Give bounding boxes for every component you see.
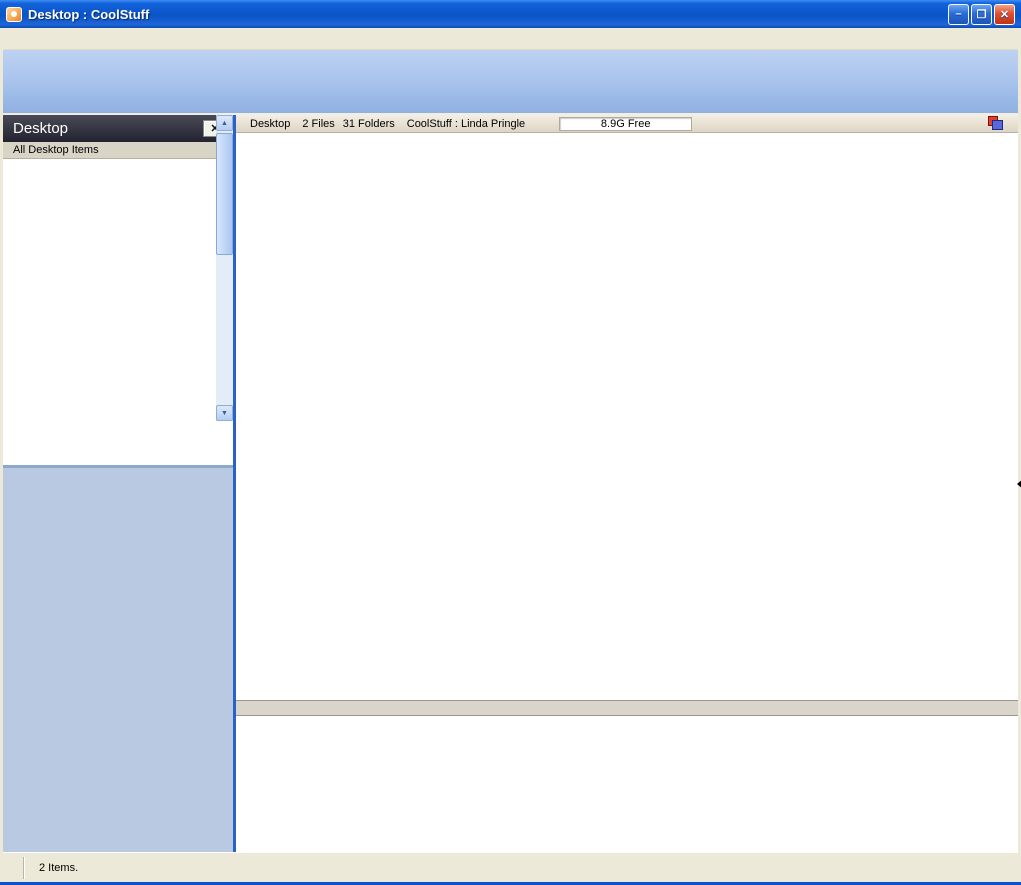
- status-bar: 2 Items.: [3, 852, 1018, 882]
- folder-count: 31 Folders: [343, 118, 395, 130]
- item-count-text: 2 Items.: [39, 862, 78, 874]
- free-space-indicator: 8.9G Free: [559, 117, 692, 131]
- file-count: 2 Files: [302, 118, 334, 130]
- window-title: Desktop : CoolStuff: [28, 7, 946, 22]
- maximize-button[interactable]: ❐: [971, 4, 992, 25]
- scroll-up-button[interactable]: ▲: [216, 115, 233, 131]
- sidebar-panel: Desktop ✕ All Desktop Items ▲ ▼: [3, 115, 236, 852]
- selected-shortcut-marker: [1017, 478, 1021, 490]
- main-area: Desktop 2 Files 31 Folders CoolStuff : L…: [236, 115, 1018, 852]
- container-title: Desktop: [250, 118, 290, 130]
- app-icon: [6, 7, 22, 22]
- tree-scrollbar[interactable]: ▲ ▼: [216, 115, 233, 421]
- desktop-tree: [3, 159, 233, 465]
- account-name: CoolStuff : Linda Pringle: [407, 118, 525, 130]
- statusbar-divider: [23, 857, 25, 879]
- container-header-bar: Desktop 2 Files 31 Folders CoolStuff : L…: [236, 115, 1018, 133]
- desktop-icon-canvas: [236, 133, 1018, 700]
- file-list: [236, 700, 1018, 852]
- minimize-button[interactable]: –: [948, 4, 969, 25]
- tree-filter-label: All Desktop Items: [3, 142, 233, 159]
- menu-bar: [3, 28, 1018, 50]
- sidebar-divider: [3, 465, 233, 468]
- application-window: Desktop : CoolStuff – ❐ ✕ Desktop ✕ All …: [0, 0, 1021, 885]
- scroll-thumb[interactable]: [216, 133, 233, 255]
- toolbar: [3, 50, 1018, 113]
- sidebar-header: Desktop ✕: [3, 115, 233, 142]
- split-view-icon[interactable]: [988, 116, 1004, 131]
- sidebar-panel-title: Desktop: [13, 120, 203, 137]
- title-bar[interactable]: Desktop : CoolStuff – ❐ ✕: [0, 0, 1021, 28]
- list-header[interactable]: [236, 701, 1018, 716]
- scroll-down-button[interactable]: ▼: [216, 405, 233, 421]
- close-button[interactable]: ✕: [994, 4, 1015, 25]
